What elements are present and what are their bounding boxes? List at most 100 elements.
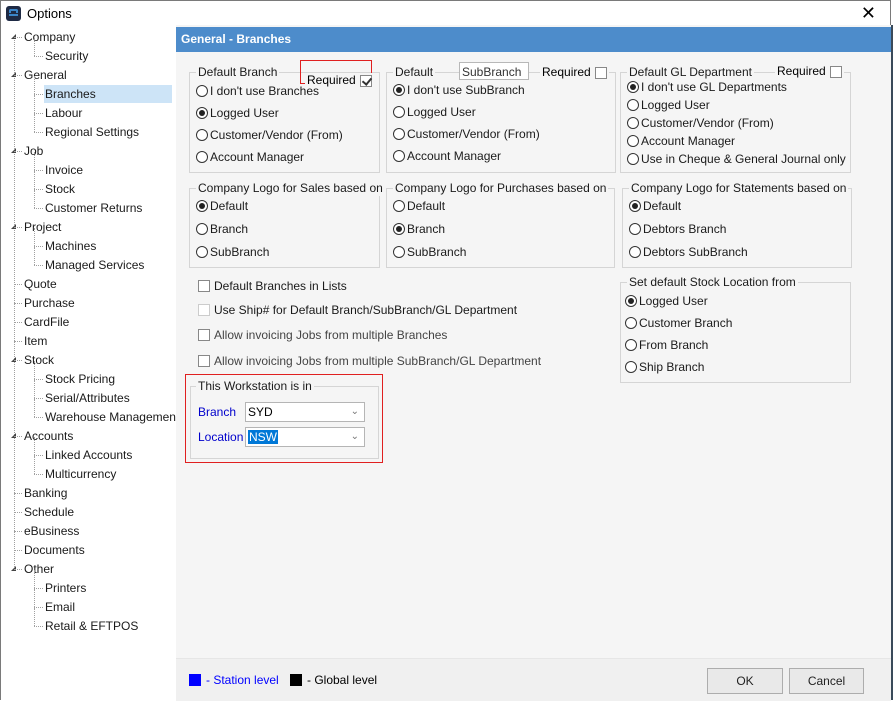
radio-button-icon[interactable] — [393, 105, 405, 118]
radio-button-icon[interactable] — [625, 360, 637, 373]
radio-button-icon[interactable] — [196, 128, 208, 141]
tree-item-machines[interactable]: Machines — [44, 237, 97, 255]
logo-purchases-option[interactable]: SubBranch — [393, 244, 466, 260]
radio-button-icon[interactable] — [196, 199, 208, 212]
radio-button-icon[interactable] — [627, 98, 639, 111]
tree-item-stock-pricing[interactable]: Stock Pricing — [44, 370, 116, 388]
radio-button-icon[interactable] — [625, 316, 637, 329]
ok-button[interactable]: OK — [707, 668, 783, 694]
logo-purchases-option[interactable]: Branch — [393, 221, 445, 237]
tree-item-multicurrency[interactable]: Multicurrency — [44, 465, 117, 483]
tree-item-printers[interactable]: Printers — [44, 579, 87, 597]
logo-purchases-option[interactable]: Default — [393, 198, 445, 214]
option-checkbox-row[interactable]: Default Branches in Lists — [198, 278, 347, 294]
tree-item-warehouse-management[interactable]: Warehouse Management — [44, 408, 180, 426]
radio-button-icon[interactable] — [196, 106, 208, 119]
stock-location-option[interactable]: Logged User — [625, 293, 708, 309]
default-gl-required[interactable]: Required — [775, 64, 844, 79]
default-subbranch-option[interactable]: Account Manager — [393, 148, 501, 164]
tree-item-serial-attributes[interactable]: Serial/Attributes — [44, 389, 131, 407]
radio-button-icon[interactable] — [625, 338, 637, 351]
default-gl-option[interactable]: Account Manager — [627, 133, 735, 149]
default-subbranch-option[interactable]: Customer/Vendor (From) — [393, 126, 540, 142]
default-branch-option[interactable]: Account Manager — [196, 149, 304, 165]
tree-item-general[interactable]: General — [23, 66, 68, 84]
tree-item-stock[interactable]: Stock — [23, 351, 55, 369]
default-gl-required-checkbox[interactable] — [829, 65, 842, 78]
tree-item-invoice[interactable]: Invoice — [44, 161, 84, 179]
radio-button-icon[interactable] — [629, 199, 641, 212]
default-subbranch-option[interactable]: Logged User — [393, 104, 476, 120]
tree-item-customer-returns[interactable]: Customer Returns — [44, 199, 143, 217]
radio-button-icon[interactable] — [393, 149, 405, 162]
default-subbranch-option[interactable]: I don't use SubBranch — [393, 82, 525, 98]
option-checkbox-row[interactable]: Allow invoicing Jobs from multiple Branc… — [198, 327, 447, 343]
default-branch-required[interactable]: Required — [305, 73, 374, 88]
close-icon[interactable]: ✕ — [861, 3, 876, 23]
tree-item-security[interactable]: Security — [44, 47, 89, 65]
radio-button-icon[interactable] — [627, 152, 639, 165]
tree-item-ebusiness[interactable]: eBusiness — [23, 522, 80, 540]
branch-select[interactable]: SYD ⌄ — [245, 402, 365, 422]
default-subbranch-required-checkbox[interactable] — [594, 66, 607, 79]
tree-item-other[interactable]: Other — [23, 560, 55, 578]
stock-location-option[interactable]: From Branch — [625, 337, 708, 353]
default-gl-option[interactable]: I don't use GL Departments — [627, 79, 787, 95]
radio-button-icon[interactable] — [393, 199, 405, 212]
option-checkbox-row[interactable]: Allow invoicing Jobs from multiple SubBr… — [198, 353, 541, 369]
default-gl-option[interactable]: Use in Cheque & General Journal only — [627, 151, 846, 167]
radio-button-icon[interactable] — [196, 222, 208, 235]
tree-item-documents[interactable]: Documents — [23, 541, 86, 559]
radio-button-icon[interactable] — [196, 150, 208, 163]
logo-sales-option[interactable]: Branch — [196, 221, 248, 237]
tree-item-company[interactable]: Company — [23, 28, 76, 46]
radio-button-icon[interactable] — [629, 222, 641, 235]
radio-button-icon[interactable] — [196, 245, 208, 258]
tree-item-purchase[interactable]: Purchase — [23, 294, 76, 312]
default-gl-option[interactable]: Logged User — [627, 97, 710, 113]
default-branch-option[interactable]: Logged User — [196, 105, 279, 121]
logo-sales-option[interactable]: SubBranch — [196, 244, 269, 260]
tree-item-email[interactable]: Email — [44, 598, 76, 616]
default-branch-option[interactable]: I don't use Branches — [196, 83, 319, 99]
radio-button-icon[interactable] — [393, 83, 405, 96]
location-select[interactable]: NSW ⌄ — [245, 427, 365, 447]
radio-button-icon[interactable] — [627, 80, 639, 93]
checkbox[interactable] — [198, 328, 210, 341]
default-branch-required-checkbox[interactable] — [359, 74, 372, 87]
tree-item-cardfile[interactable]: CardFile — [23, 313, 70, 331]
tree-item-retail-eftpos[interactable]: Retail & EFTPOS — [44, 617, 139, 635]
tree-item-item[interactable]: Item — [23, 332, 48, 350]
stock-location-option[interactable]: Ship Branch — [625, 359, 704, 375]
logo-statements-option[interactable]: Debtors Branch — [629, 221, 726, 237]
cancel-button[interactable]: Cancel — [789, 668, 864, 694]
tree-item-branches[interactable]: Branches — [44, 85, 172, 103]
logo-statements-option[interactable]: Debtors SubBranch — [629, 244, 748, 260]
radio-button-icon[interactable] — [393, 245, 405, 258]
radio-button-icon[interactable] — [196, 84, 208, 97]
default-branch-option[interactable]: Customer/Vendor (From) — [196, 127, 343, 143]
tree-item-schedule[interactable]: Schedule — [23, 503, 75, 521]
radio-button-icon[interactable] — [393, 127, 405, 140]
radio-button-icon[interactable] — [393, 222, 405, 235]
checkbox[interactable] — [198, 303, 210, 316]
radio-button-icon[interactable] — [627, 116, 639, 129]
tree-item-quote[interactable]: Quote — [23, 275, 58, 293]
radio-button-icon[interactable] — [627, 134, 639, 147]
stock-location-option[interactable]: Customer Branch — [625, 315, 732, 331]
tree-item-project[interactable]: Project — [23, 218, 62, 236]
tree-item-stock[interactable]: Stock — [44, 180, 76, 198]
tree-item-banking[interactable]: Banking — [23, 484, 68, 502]
option-checkbox-row[interactable]: Use Ship# for Default Branch/SubBranch/G… — [198, 302, 517, 318]
logo-sales-option[interactable]: Default — [196, 198, 248, 214]
checkbox[interactable] — [198, 279, 210, 292]
tree-item-managed-services[interactable]: Managed Services — [44, 256, 145, 274]
tree-item-linked-accounts[interactable]: Linked Accounts — [44, 446, 133, 464]
tree-item-accounts[interactable]: Accounts — [23, 427, 74, 445]
default-subbranch-required[interactable]: Required — [540, 65, 609, 80]
subbranch-name-field[interactable]: SubBranch — [459, 62, 529, 80]
logo-statements-option[interactable]: Default — [629, 198, 681, 214]
tree-item-regional-settings[interactable]: Regional Settings — [44, 123, 140, 141]
tree-item-labour[interactable]: Labour — [44, 104, 83, 122]
radio-button-icon[interactable] — [629, 245, 641, 258]
